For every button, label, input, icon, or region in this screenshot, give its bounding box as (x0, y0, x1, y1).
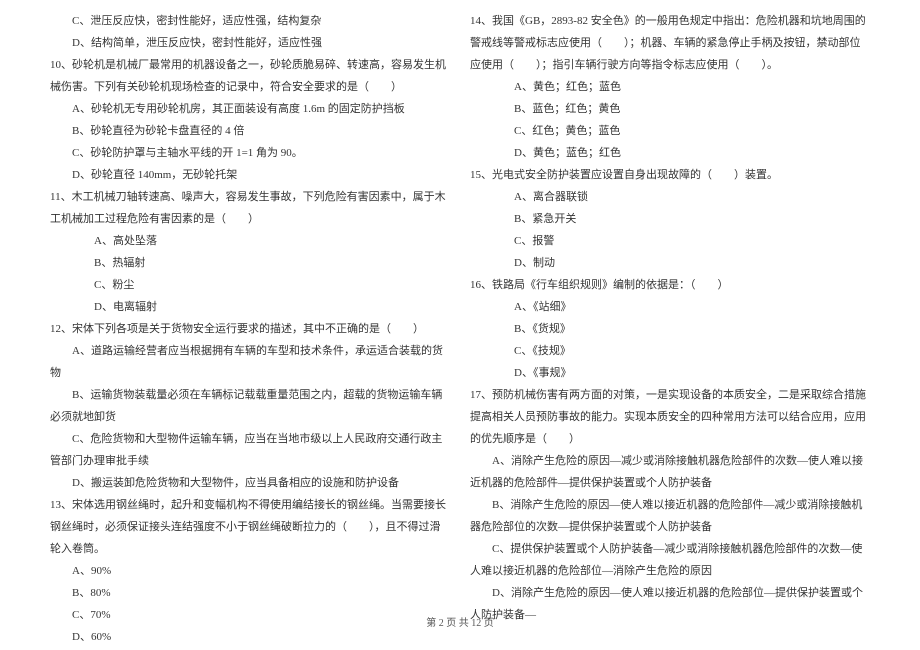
page-body: C、泄压反应快，密封性能好，适应性强，结构复杂 D、结构简单，泄压反应快，密封性… (0, 0, 920, 610)
option-text: A、砂轮机无专用砂轮机房，其正面装设有高度 1.6m 的固定防护挡板 (50, 98, 450, 120)
option-text: C、红色；黄色；蓝色 (470, 120, 870, 142)
option-text: C、70% (50, 604, 450, 626)
option-text: B、热辐射 (50, 252, 450, 274)
question-text: 12、宋体下列各项是关于货物安全运行要求的描述，其中不正确的是（ ） (50, 318, 450, 340)
option-text: C、《技规》 (470, 340, 870, 362)
right-column: 14、我国《GB，2893-82 安全色》的一般用色规定中指出：危险机器和坑地周… (460, 10, 880, 610)
option-text: C、危险货物和大型物件运输车辆，应当在当地市级以上人民政府交通行政主管部门办理审… (50, 428, 450, 472)
option-text: A、90% (50, 560, 450, 582)
question-text: 11、木工机械刀轴转速高、噪声大，容易发生事故，下列危险有害因素中，属于木工机械… (50, 186, 450, 230)
option-text: B、砂轮直径为砂轮卡盘直径的 4 倍 (50, 120, 450, 142)
question-text: 17、预防机械伤害有两方面的对策，一是实现设备的本质安全，二是采取综合措施提高相… (470, 384, 870, 450)
option-text: D、黄色；蓝色；红色 (470, 142, 870, 164)
option-text: B、消除产生危险的原因—使人难以接近机器的危险部件—减少或消除接触机器危险部位的… (470, 494, 870, 538)
question-text: 10、砂轮机是机械厂最常用的机器设备之一，砂轮质脆易碎、转速高，容易发生机械伤害… (50, 54, 450, 98)
option-text: D、60% (50, 626, 450, 648)
option-text: C、砂轮防护罩与主轴水平线的开 1=1 角为 90。 (50, 142, 450, 164)
option-text: A、道路运输经营者应当根据拥有车辆的车型和技术条件，承运适合装载的货物 (50, 340, 450, 384)
option-text: C、报警 (470, 230, 870, 252)
option-text: A、《站细》 (470, 296, 870, 318)
option-text: B、《货规》 (470, 318, 870, 340)
question-text: 16、铁路局《行车组织规则》编制的依据是：（ ） (470, 274, 870, 296)
option-text: B、80% (50, 582, 450, 604)
option-text: C、粉尘 (50, 274, 450, 296)
option-text: D、电离辐射 (50, 296, 450, 318)
option-text: B、紧急开关 (470, 208, 870, 230)
option-text: B、蓝色；红色；黄色 (470, 98, 870, 120)
option-text: B、运输货物装载量必须在车辆标记载载重量范围之内，超载的货物运输车辆必须就地卸货 (50, 384, 450, 428)
option-text: D、搬运装卸危险货物和大型物件，应当具备相应的设施和防护设备 (50, 472, 450, 494)
option-text: A、高处坠落 (50, 230, 450, 252)
option-text: D、结构简单，泄压反应快，密封性能好，适应性强 (50, 32, 450, 54)
option-text: A、消除产生危险的原因—减少或消除接触机器危险部件的次数—使人难以接近机器的危险… (470, 450, 870, 494)
option-text: D、《事规》 (470, 362, 870, 384)
option-text: D、制动 (470, 252, 870, 274)
option-text: D、砂轮直径 140mm，无砂轮托架 (50, 164, 450, 186)
option-text: A、离合器联锁 (470, 186, 870, 208)
option-text: D、消除产生危险的原因—使人难以接近机器的危险部位—提供保护装置或个人防护装备— (470, 582, 870, 626)
question-text: 15、光电式安全防护装置应设置自身出现故障的（ ）装置。 (470, 164, 870, 186)
option-text: A、黄色；红色；蓝色 (470, 76, 870, 98)
option-text: C、泄压反应快，密封性能好，适应性强，结构复杂 (50, 10, 450, 32)
option-text: C、提供保护装置或个人防护装备—减少或消除接触机器危险部件的次数—使人难以接近机… (470, 538, 870, 582)
left-column: C、泄压反应快，密封性能好，适应性强，结构复杂 D、结构简单，泄压反应快，密封性… (40, 10, 460, 610)
question-text: 13、宋体选用钢丝绳时，起升和变幅机构不得使用编结接长的钢丝绳。当需要接长钢丝绳… (50, 494, 450, 560)
question-text: 14、我国《GB，2893-82 安全色》的一般用色规定中指出：危险机器和坑地周… (470, 10, 870, 76)
